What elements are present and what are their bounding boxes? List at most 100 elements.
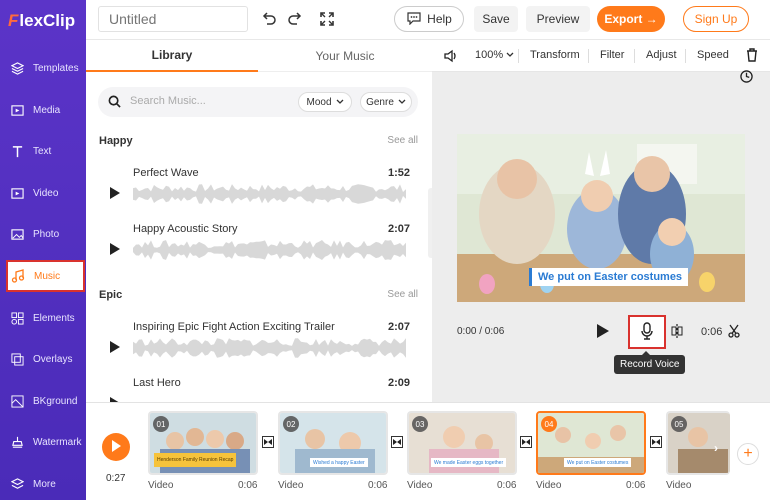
sidebar-item-label: Elements bbox=[33, 312, 75, 324]
project-title-input[interactable] bbox=[98, 6, 248, 32]
section-title-epic: Epic bbox=[99, 289, 123, 301]
timeline-clip[interactable]: 03 We made Easter eggs together bbox=[407, 411, 517, 475]
redo-icon[interactable] bbox=[286, 10, 304, 28]
video-caption-text[interactable]: We put on Easter costumes bbox=[529, 268, 689, 286]
clip-duration: 0:06 bbox=[497, 480, 517, 491]
video-preview-canvas[interactable]: We put on Easter costumes bbox=[457, 134, 745, 302]
divider bbox=[685, 49, 686, 63]
timeline: 0:27 01 Henderson Family Reunion Recap V… bbox=[86, 402, 770, 500]
track-name: Inspiring Epic Fight Action Exciting Tra… bbox=[133, 321, 335, 333]
waveform bbox=[133, 184, 406, 204]
clip-caption: Henderson Family Reunion Recap bbox=[154, 453, 237, 467]
timeline-clip[interactable]: 01 Henderson Family Reunion Recap bbox=[148, 411, 258, 475]
search-icon bbox=[108, 95, 121, 111]
clip-number: 02 bbox=[283, 416, 299, 432]
music-track-item[interactable]: Perfect Wave 1:52 bbox=[86, 167, 432, 223]
adjust-button[interactable]: Adjust bbox=[646, 49, 677, 61]
transition-icon[interactable] bbox=[650, 436, 662, 448]
transition-icon[interactable] bbox=[520, 436, 532, 448]
divider bbox=[588, 49, 589, 63]
track-duration: 2:07 bbox=[387, 223, 410, 235]
export-button[interactable]: Export → bbox=[597, 6, 665, 32]
chevron-right-icon[interactable]: › bbox=[714, 441, 718, 455]
sign-up-button[interactable]: Sign Up bbox=[683, 6, 749, 32]
media-icon bbox=[10, 103, 24, 117]
editor-toolbar: 100% Transform Filter Adjust Speed bbox=[432, 40, 770, 72]
timeline-clip[interactable]: 02 Wished a happy Easter bbox=[278, 411, 388, 475]
music-track-item[interactable]: Inspiring Epic Fight Action Exciting Tra… bbox=[86, 321, 432, 377]
sidebar-item-label: More bbox=[33, 478, 56, 490]
chevron-down-icon bbox=[398, 97, 406, 108]
play-icon[interactable] bbox=[110, 187, 120, 199]
filter-button[interactable]: Filter bbox=[600, 49, 624, 61]
timeline-clip-selected[interactable]: 04 We put on Easter costumes bbox=[536, 411, 646, 475]
sidebar-item-label: Overlays bbox=[33, 353, 73, 365]
speed-button[interactable]: Speed bbox=[697, 49, 729, 61]
track-duration: 2:09 bbox=[387, 377, 410, 389]
volume-icon[interactable] bbox=[444, 49, 459, 66]
sidebar-item-elements[interactable]: Elements bbox=[0, 301, 86, 335]
transform-button[interactable]: Transform bbox=[530, 49, 580, 61]
undo-icon[interactable] bbox=[260, 10, 278, 28]
clip-type-label: Video bbox=[407, 480, 433, 491]
sidebar-item-music[interactable]: Music bbox=[6, 260, 85, 292]
transition-icon[interactable] bbox=[391, 436, 403, 448]
mood-label: Mood bbox=[306, 96, 332, 108]
genre-dropdown[interactable]: Genre bbox=[360, 92, 412, 112]
sidebar-item-photo[interactable]: Photo bbox=[0, 217, 86, 251]
clip-type-label: Video bbox=[666, 480, 692, 491]
timeline-play-button[interactable] bbox=[102, 433, 130, 461]
microphone-icon bbox=[641, 321, 653, 343]
preview-button[interactable]: Preview bbox=[526, 6, 590, 32]
record-voice-tooltip: Record Voice bbox=[614, 351, 686, 374]
clip-type-label: Video bbox=[536, 480, 562, 491]
flexclip-logo[interactable]: FlexClip bbox=[8, 9, 75, 33]
fullscreen-icon[interactable] bbox=[318, 10, 336, 28]
see-all-happy-link[interactable]: See all bbox=[387, 135, 418, 146]
help-button[interactable]: Help bbox=[394, 6, 464, 32]
sidebar-item-templates[interactable]: Templates bbox=[0, 51, 86, 85]
timeline-clip[interactable]: 05 bbox=[666, 411, 730, 475]
play-icon[interactable] bbox=[110, 243, 120, 255]
sidebar-item-label: Media bbox=[33, 104, 61, 116]
volume-level-dropdown[interactable]: 100% bbox=[475, 49, 514, 61]
transition-icon[interactable] bbox=[262, 436, 274, 448]
tab-library[interactable]: Library bbox=[86, 40, 258, 72]
see-all-epic-link[interactable]: See all bbox=[387, 289, 418, 300]
scissors-icon[interactable] bbox=[728, 324, 740, 341]
elements-icon bbox=[10, 311, 24, 325]
sidebar-item-media[interactable]: Media bbox=[0, 93, 86, 127]
add-clip-button[interactable]: + bbox=[737, 443, 759, 465]
play-icon[interactable] bbox=[597, 324, 609, 341]
music-track-item[interactable]: Last Hero 2:09 bbox=[86, 377, 432, 402]
play-icon[interactable] bbox=[110, 341, 120, 353]
sidebar-item-bkground[interactable]: BKground bbox=[0, 384, 86, 418]
clip-number: 03 bbox=[412, 416, 428, 432]
clip-type-label: Video bbox=[148, 480, 174, 491]
top-bar: Help Save Preview Export → Sign Up bbox=[86, 0, 770, 40]
search-input[interactable]: Search Music... bbox=[130, 95, 206, 107]
sidebar-item-overlays[interactable]: Overlays bbox=[0, 342, 86, 376]
sidebar-item-video[interactable]: Video bbox=[0, 176, 86, 210]
music-library-panel: Library Your Music Search Music... Mood … bbox=[86, 40, 432, 402]
text-icon bbox=[10, 144, 24, 158]
waveform bbox=[133, 240, 406, 260]
mood-dropdown[interactable]: Mood bbox=[298, 92, 352, 112]
tab-your-music[interactable]: Your Music bbox=[258, 40, 432, 72]
waveform bbox=[133, 338, 406, 358]
music-track-item[interactable]: Happy Acoustic Story 2:07 bbox=[86, 223, 432, 279]
clip-duration: 0:06 bbox=[238, 480, 258, 491]
trash-icon[interactable] bbox=[746, 48, 758, 65]
sidebar-item-more[interactable]: More bbox=[0, 467, 86, 500]
split-icon[interactable] bbox=[671, 324, 683, 341]
volume-level: 100% bbox=[475, 49, 504, 61]
sidebar-item-watermark[interactable]: Watermark bbox=[0, 425, 86, 459]
playback-time: 0:00 / 0:06 bbox=[457, 326, 505, 337]
record-voice-button[interactable] bbox=[628, 315, 666, 349]
sidebar-item-text[interactable]: Text bbox=[0, 134, 86, 168]
clip-caption: We put on Easter costumes bbox=[564, 458, 632, 467]
clock-icon[interactable] bbox=[740, 70, 753, 86]
video-icon bbox=[10, 186, 24, 200]
chevron-down-icon bbox=[506, 52, 514, 57]
save-button[interactable]: Save bbox=[474, 6, 518, 32]
